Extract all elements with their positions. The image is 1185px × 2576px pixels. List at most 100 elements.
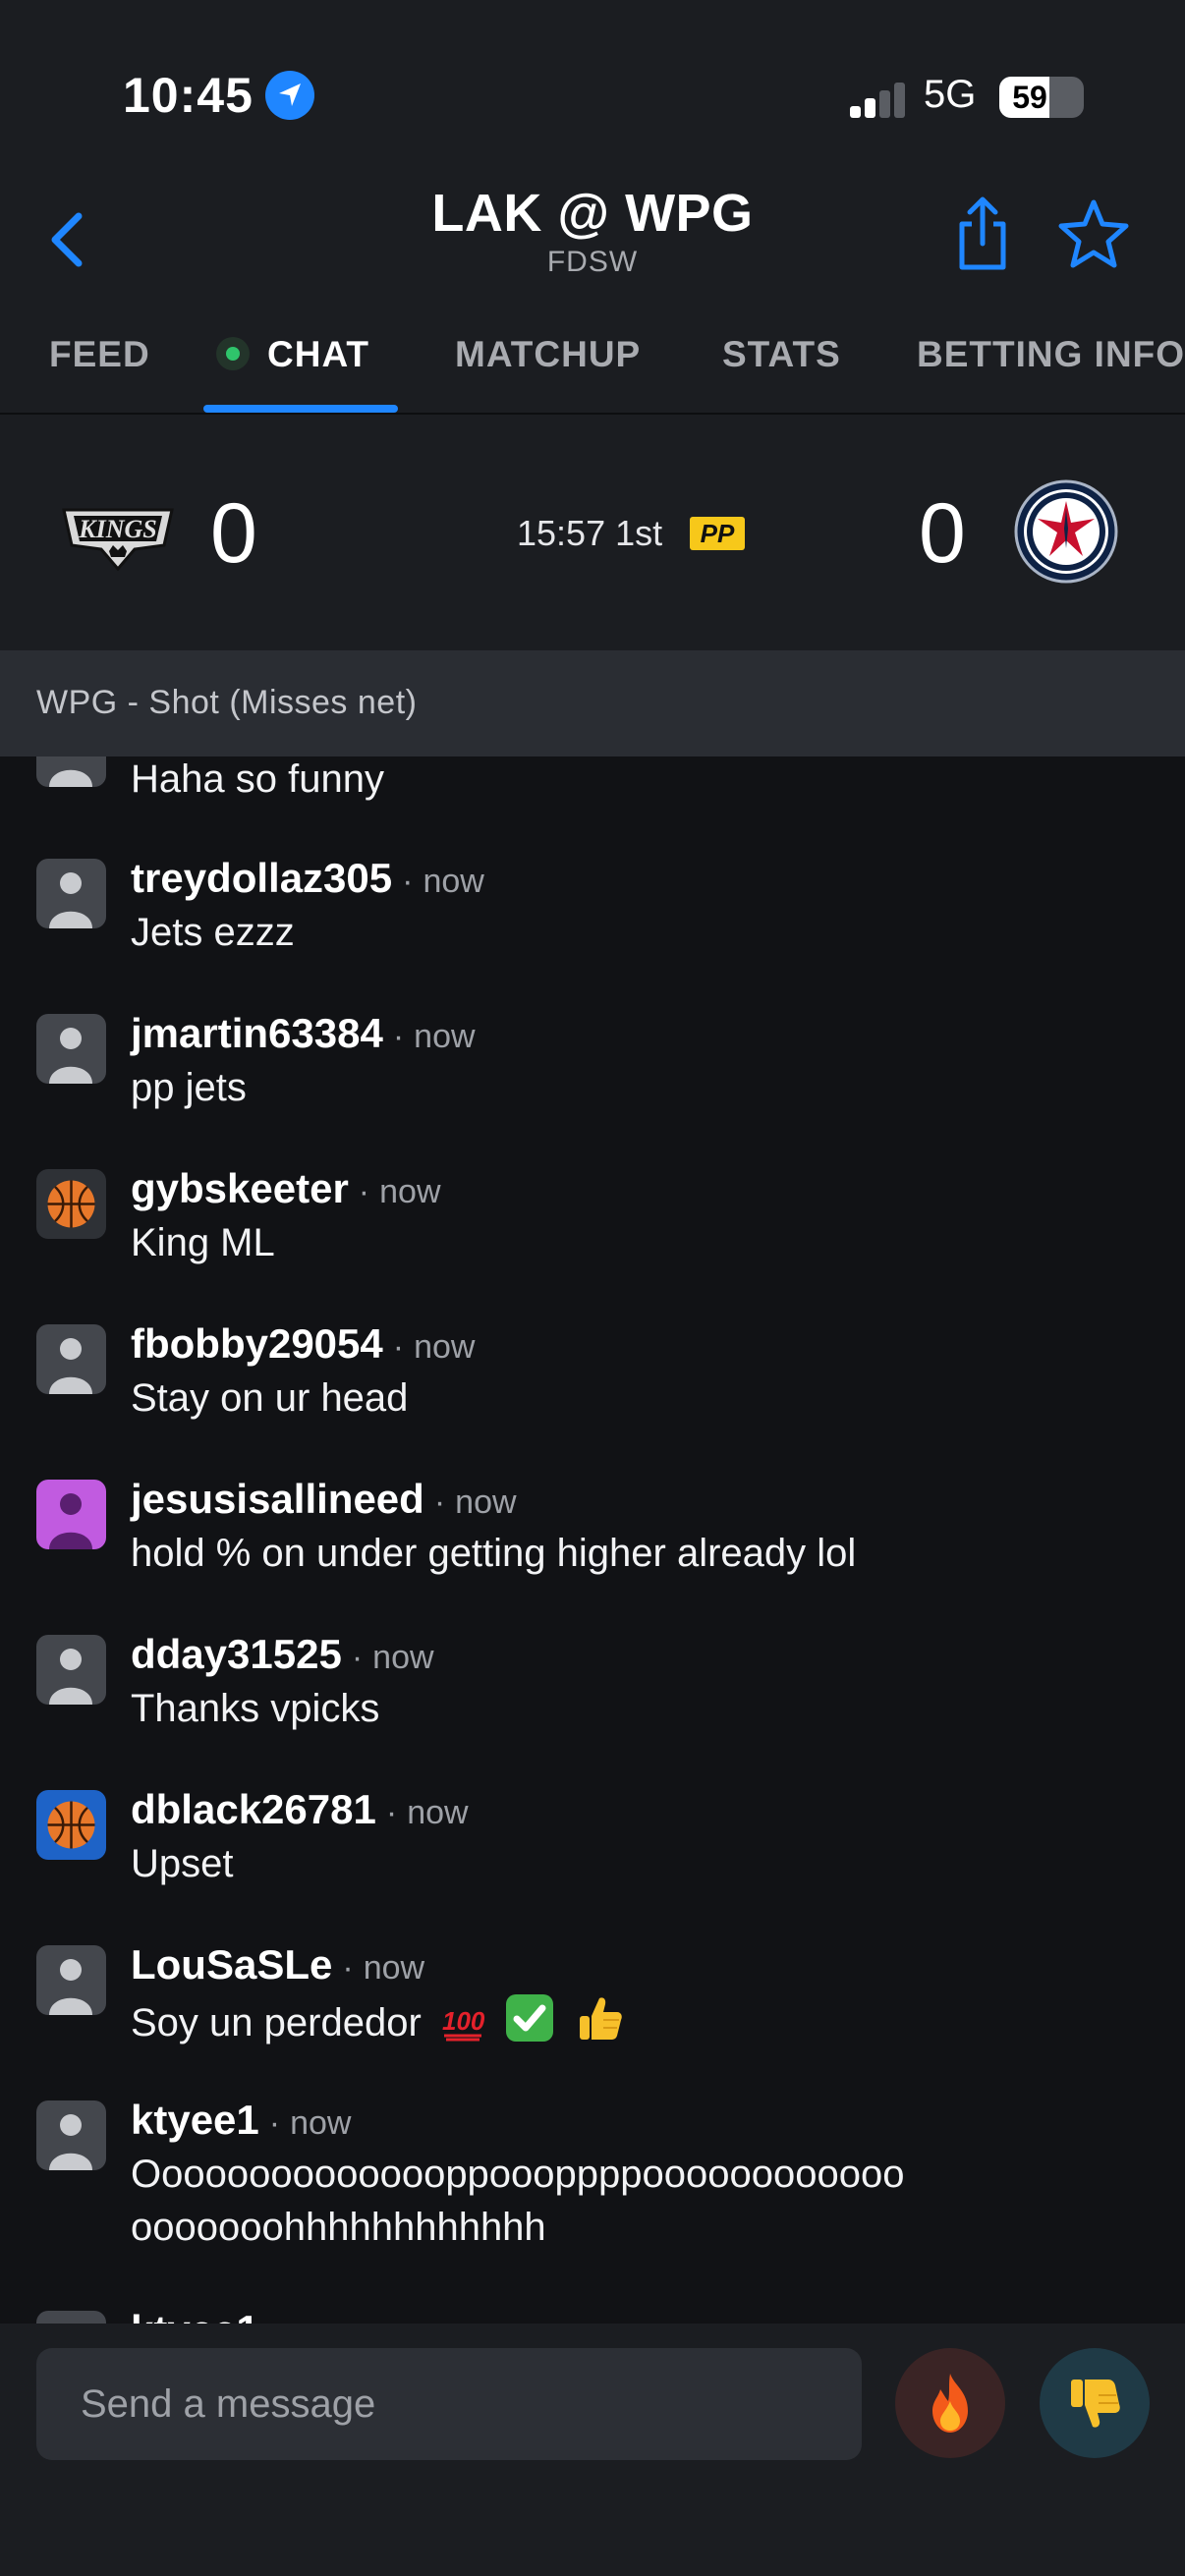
- message-time: now: [407, 1794, 469, 1831]
- avatar[interactable]: [36, 859, 106, 928]
- avatar[interactable]: [36, 1945, 106, 2015]
- message-time: now: [290, 2104, 352, 2142]
- fire-icon: [932, 2374, 968, 2433]
- share-button[interactable]: [948, 187, 1017, 275]
- avatar[interactable]: [36, 756, 106, 787]
- battery-percent: 59: [1012, 80, 1047, 115]
- message-text: Soy un perdedor 100: [131, 1992, 1153, 2049]
- default-avatar-icon: [49, 1493, 92, 1549]
- tab-chat-label: CHAT: [267, 334, 370, 374]
- chat-list[interactable]: Haha so funny treydollaz305 · now Jets ezz…: [0, 756, 1185, 2324]
- default-avatar-icon: [49, 2114, 92, 2170]
- username[interactable]: ktyee1: [131, 2307, 259, 2324]
- default-avatar-icon: [49, 1338, 92, 1394]
- tab-feed[interactable]: FEED: [49, 334, 150, 375]
- thumbs-up-icon: [580, 1997, 622, 2040]
- tab-stats[interactable]: STATS: [722, 334, 841, 375]
- active-tab-indicator: [203, 405, 398, 413]
- default-avatar-icon: [49, 1028, 92, 1084]
- thumbs-down-icon: [1071, 2380, 1120, 2428]
- back-button[interactable]: [39, 196, 98, 275]
- message-header: dday31525 · now: [131, 1631, 434, 1677]
- message-text: hold % on under getting higher already l…: [131, 1532, 857, 1575]
- home-score: 0: [919, 486, 966, 581]
- username[interactable]: LouSaSLe: [131, 1941, 332, 1988]
- message-text: King ML: [131, 1221, 275, 1264]
- hundred-points-icon: 100: [442, 2006, 485, 2042]
- message-text: Thanks vpicks: [131, 1687, 380, 1730]
- message-time: now: [290, 2315, 351, 2324]
- message-text-line: Ooooooooooooooppoooppppoooooooooooo: [131, 2153, 905, 2196]
- message-text-line: ooooooohhhhhhhhhhhh: [131, 2206, 546, 2249]
- avatar[interactable]: [36, 2311, 106, 2324]
- message-text: Jets ezzz: [131, 911, 295, 954]
- message-text: pp jets: [131, 1066, 247, 1109]
- tab-bar: FEED CHAT MATCHUP STATS BETTING INFO: [0, 314, 1185, 413]
- avatar[interactable]: [36, 2100, 106, 2170]
- svg-text:KINGS: KINGS: [78, 515, 156, 543]
- message-time: now: [414, 1018, 476, 1055]
- username[interactable]: dblack26781: [131, 1786, 376, 1832]
- avatar[interactable]: [36, 1169, 106, 1239]
- tab-betting-info[interactable]: BETTING INFO: [917, 334, 1185, 375]
- avatar[interactable]: [36, 1324, 106, 1394]
- basketball-icon: [47, 1801, 95, 1849]
- page-title: LAK @ WPG: [431, 184, 754, 243]
- message-time: now: [455, 1484, 517, 1521]
- message-header: ktyee1·now: [131, 2307, 351, 2324]
- battery-tip: [1076, 90, 1082, 106]
- scoreboard[interactable]: KINGS 0 15:57 1st PP 0: [0, 413, 1185, 650]
- status-time: 10:45: [123, 68, 254, 123]
- message-header: jmartin63384 · now: [131, 1010, 476, 1056]
- basketball-icon: [47, 1180, 95, 1228]
- avatar[interactable]: [36, 1635, 106, 1705]
- fire-reaction-button[interactable]: [895, 2348, 1005, 2458]
- avatar[interactable]: [36, 1480, 106, 1549]
- power-play-badge: PP: [690, 517, 745, 550]
- message-time: now: [363, 1949, 425, 1987]
- username[interactable]: fbobby29054: [131, 1320, 383, 1367]
- status-bar: 10:45 5G 59: [0, 0, 1185, 187]
- username[interactable]: treydollaz305: [131, 855, 392, 901]
- message-time: now: [379, 1173, 441, 1210]
- broadcast-network: FDSW: [546, 246, 639, 278]
- message-time: now: [423, 863, 484, 900]
- check-mark-button-icon: [506, 1994, 554, 2042]
- username[interactable]: dday31525: [131, 1631, 342, 1677]
- favorite-button[interactable]: [1056, 196, 1131, 271]
- star-icon: [1058, 199, 1129, 268]
- svg-text:100: 100: [442, 2006, 485, 2036]
- header: 10:45 5G 59 LAK @ WPG FDSW FEED CHAT MAT…: [0, 0, 1185, 413]
- username[interactable]: jmartin63384: [131, 1010, 383, 1056]
- message-header: jesusisallineed · now: [131, 1476, 517, 1522]
- message-header: fbobby29054 · now: [131, 1320, 476, 1367]
- avatar[interactable]: [36, 1014, 106, 1084]
- avatar[interactable]: [36, 1790, 106, 1860]
- tab-matchup[interactable]: MATCHUP: [455, 334, 641, 375]
- tab-chat[interactable]: CHAT: [216, 334, 369, 375]
- network-type: 5G: [924, 73, 977, 116]
- message-text-content: Soy un perdedor: [131, 2001, 422, 2044]
- username[interactable]: ktyee1: [131, 2097, 259, 2143]
- message-text: Haha so funny: [131, 757, 384, 801]
- message-input-box[interactable]: [36, 2348, 862, 2460]
- message-time: now: [414, 1328, 476, 1366]
- kings-logo: KINGS: [54, 488, 182, 577]
- thumbs-down-reaction-button[interactable]: [1040, 2348, 1150, 2458]
- default-avatar-icon: [49, 769, 92, 787]
- battery-icon: 59: [999, 77, 1084, 118]
- username[interactable]: jesusisallineed: [131, 1476, 424, 1522]
- jets-logo: [1014, 479, 1118, 584]
- away-score: 0: [210, 486, 257, 581]
- message-header: treydollaz305 · now: [131, 855, 484, 901]
- live-dot-icon: [216, 337, 250, 370]
- message-header: LouSaSLe · now: [131, 1941, 425, 1988]
- game-clock: 15:57 1st: [517, 513, 663, 553]
- message-composer: [0, 2324, 1185, 2576]
- default-avatar-icon: [49, 1959, 92, 2015]
- message-input[interactable]: [36, 2348, 862, 2460]
- app-root: 10:45 5G 59 LAK @ WPG FDSW FEED CHAT MAT…: [0, 0, 1185, 2576]
- play-by-play-banner[interactable]: WPG - Shot (Misses net): [0, 650, 1185, 756]
- username[interactable]: gybskeeter: [131, 1165, 349, 1211]
- default-avatar-icon: [36, 2311, 106, 2324]
